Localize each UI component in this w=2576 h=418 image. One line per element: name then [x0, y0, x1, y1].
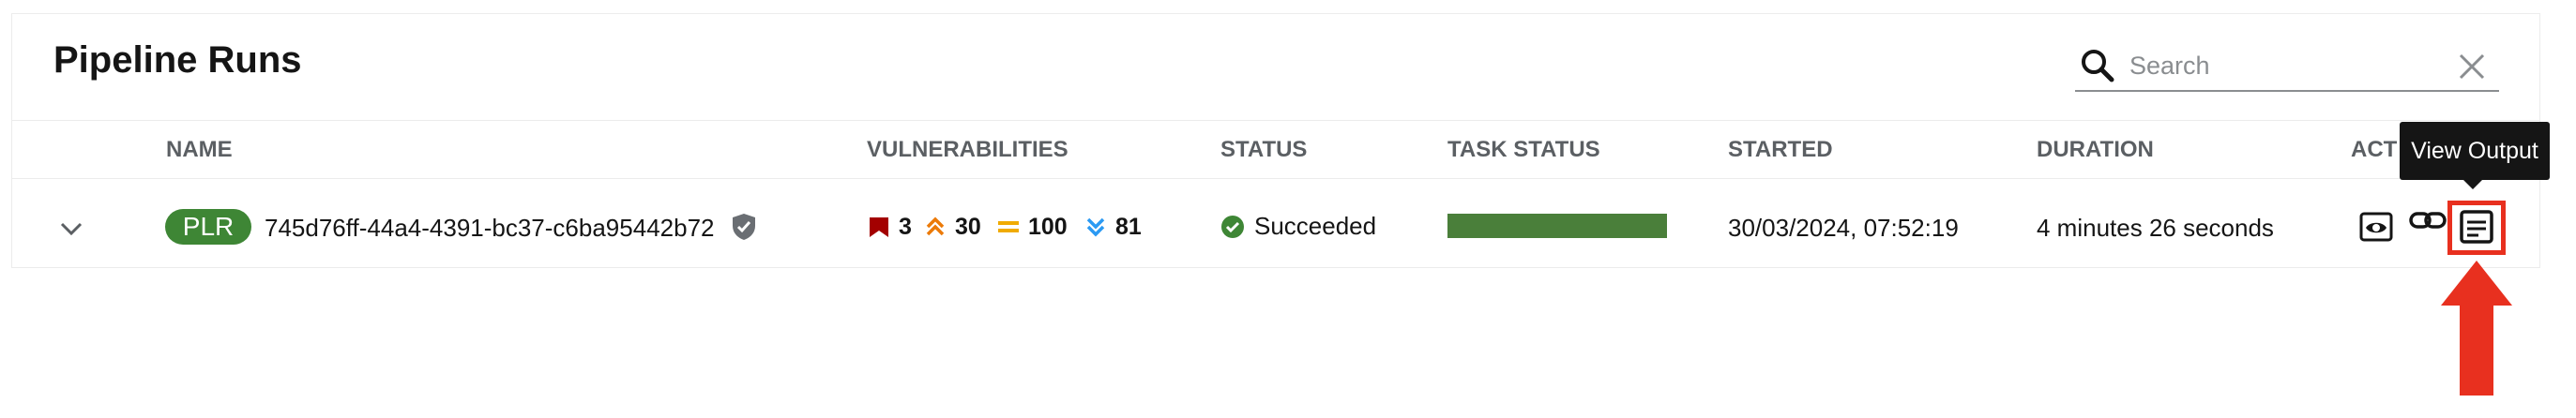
search-input[interactable] [2129, 47, 2439, 84]
duration-value: 4 minutes 26 seconds [2037, 214, 2274, 242]
annotation-arrow-icon [2441, 261, 2512, 396]
page-title: Pipeline Runs [53, 39, 302, 81]
column-header-name[interactable]: NAME [166, 137, 233, 163]
task-status-bar[interactable] [1447, 214, 1667, 238]
task-status-fill [1447, 214, 1667, 238]
check-circle-icon [1221, 215, 1244, 238]
low-severity-icon [1086, 217, 1105, 237]
column-header-duration[interactable]: DURATION [2037, 137, 2154, 163]
vulnerability-low: 81 [1083, 212, 1142, 242]
eye-icon [2359, 212, 2393, 242]
plr-badge: PLR [165, 209, 251, 245]
high-severity-icon [926, 216, 945, 236]
row-divider [11, 178, 2540, 179]
vulnerability-critical: 3 [867, 212, 912, 242]
low-count: 81 [1115, 213, 1142, 240]
close-icon[interactable] [2456, 51, 2488, 82]
column-header-vulnerabilities[interactable]: VULNERABILITIES [867, 137, 1068, 163]
shield-icon [733, 214, 755, 240]
started-time: 30/03/2024, 07:52:19 [1728, 214, 1959, 242]
search-box [2075, 43, 2499, 92]
header-divider [11, 120, 2540, 121]
search-icon [2082, 50, 2114, 82]
link-icon [2409, 212, 2447, 229]
view-output-tooltip: View Output [2400, 122, 2550, 189]
highlight-box [2447, 201, 2506, 255]
high-count: 30 [955, 213, 981, 240]
column-header-status[interactable]: STATUS [1220, 137, 1307, 163]
run-status: Succeeded [1220, 212, 1376, 241]
critical-count: 3 [899, 213, 912, 240]
critical-severity-icon [870, 217, 888, 237]
chevron-down-icon[interactable] [56, 214, 86, 244]
view-logs-button[interactable] [2356, 206, 2397, 247]
vulnerability-high: 30 [923, 212, 981, 242]
column-header-started[interactable]: STARTED [1728, 137, 1833, 163]
status-label: Succeeded [1254, 212, 1377, 240]
column-header-actions: ACT [2351, 137, 2398, 162]
vulnerability-medium: 100 [996, 212, 1068, 242]
medium-count: 100 [1028, 213, 1068, 240]
copy-link-button[interactable] [2407, 201, 2448, 242]
column-header-task-status[interactable]: TASK STATUS [1447, 137, 1600, 163]
pipeline-run-name[interactable]: 745d76ff-44a4-4391-bc37-c6ba95442b72 [265, 214, 715, 243]
medium-severity-icon [998, 221, 1019, 232]
